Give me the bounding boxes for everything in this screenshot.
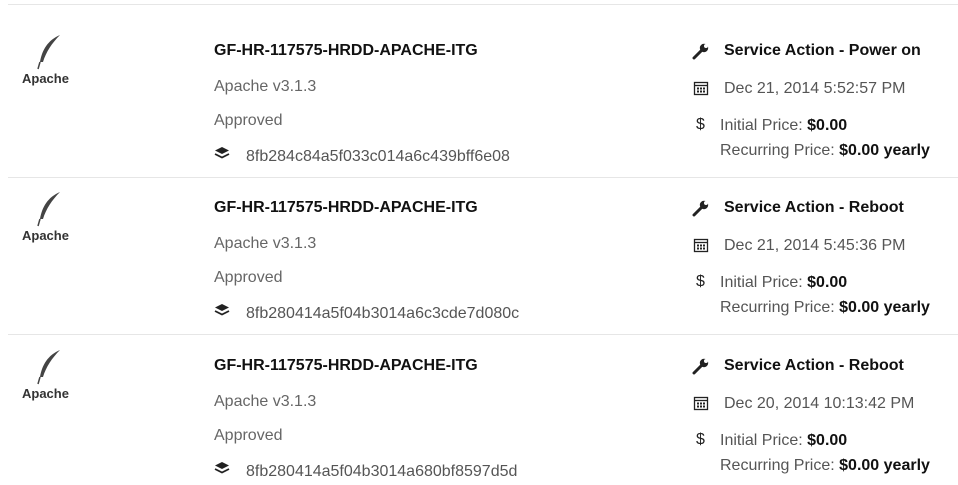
recurring-price-label: Recurring Price:	[720, 142, 835, 159]
item-status: Approved	[214, 427, 283, 444]
dollar-icon: $	[696, 431, 705, 448]
initial-price-value: $0.00	[807, 274, 848, 291]
recurring-price-value: $0.00 yearly	[839, 299, 930, 316]
calendar-icon	[693, 396, 709, 411]
apache-logo: Apache	[20, 34, 80, 94]
wrench-icon	[692, 43, 709, 60]
initial-price: Initial Price: $0.00	[720, 274, 847, 292]
apache-feather-icon	[37, 35, 60, 70]
wrench-icon	[692, 200, 709, 217]
initial-price-label: Initial Price:	[720, 117, 803, 134]
initial-price-value: $0.00	[807, 432, 848, 449]
recurring-price: Recurring Price: $0.00 yearly	[720, 142, 930, 160]
apache-logo: Apache	[20, 191, 80, 251]
divider-top	[8, 4, 958, 5]
action-date: Dec 21, 2014 5:52:57 PM	[724, 80, 906, 97]
calendar-icon	[693, 238, 709, 253]
recurring-price-label: Recurring Price:	[720, 299, 835, 316]
calendar-icon	[693, 81, 709, 96]
item-hash: 8fb284c84a5f033c014a6c439bff6e08	[246, 148, 510, 165]
dollar-icon: $	[696, 116, 705, 133]
item-version: Apache v3.1.3	[214, 78, 317, 95]
item-hash: 8fb280414a5f04b3014a6c3cde7d080c	[246, 305, 520, 322]
action-date: Dec 20, 2014 10:13:42 PM	[724, 395, 915, 412]
apache-feather-icon	[37, 192, 60, 227]
apache-feather-icon	[37, 350, 60, 385]
layers-icon	[214, 147, 230, 159]
logo-label: Apache	[22, 386, 69, 401]
action-date: Dec 21, 2014 5:45:36 PM	[724, 237, 906, 254]
initial-price: Initial Price: $0.00	[720, 117, 847, 135]
initial-price-label: Initial Price:	[720, 432, 803, 449]
item-title[interactable]: GF-HR-117575-HRDD-APACHE-ITG	[214, 42, 478, 60]
initial-price-label: Initial Price:	[720, 274, 803, 291]
list-item[interactable]: Apache GF-HR-117575-HRDD-APACHE-ITG Apac…	[0, 12, 958, 169]
recurring-price-value: $0.00 yearly	[839, 142, 930, 159]
dollar-icon: $	[696, 273, 705, 290]
recurring-price: Recurring Price: $0.00 yearly	[720, 299, 930, 317]
layers-icon	[214, 304, 230, 316]
initial-price: Initial Price: $0.00	[720, 432, 847, 450]
item-version: Apache v3.1.3	[214, 235, 317, 252]
wrench-icon	[692, 358, 709, 375]
recurring-price-value: $0.00 yearly	[839, 457, 930, 474]
list-item[interactable]: Apache GF-HR-117575-HRDD-APACHE-ITG Apac…	[0, 169, 958, 326]
logo-label: Apache	[22, 228, 69, 243]
item-version: Apache v3.1.3	[214, 393, 317, 410]
initial-price-value: $0.00	[807, 117, 848, 134]
service-action: Service Action - Power on	[724, 42, 921, 59]
service-action: Service Action - Reboot	[724, 357, 904, 374]
list-item[interactable]: Apache GF-HR-117575-HRDD-APACHE-ITG Apac…	[0, 327, 958, 484]
recurring-price: Recurring Price: $0.00 yearly	[720, 457, 930, 475]
apache-logo: Apache	[20, 349, 80, 409]
item-title[interactable]: GF-HR-117575-HRDD-APACHE-ITG	[214, 357, 478, 375]
item-title[interactable]: GF-HR-117575-HRDD-APACHE-ITG	[214, 199, 478, 217]
item-hash: 8fb280414a5f04b3014a680bf8597d5d	[246, 463, 518, 480]
layers-icon	[214, 462, 230, 474]
recurring-price-label: Recurring Price:	[720, 457, 835, 474]
service-action: Service Action - Reboot	[724, 199, 904, 216]
item-status: Approved	[214, 112, 283, 129]
logo-label: Apache	[22, 71, 69, 86]
item-status: Approved	[214, 269, 283, 286]
